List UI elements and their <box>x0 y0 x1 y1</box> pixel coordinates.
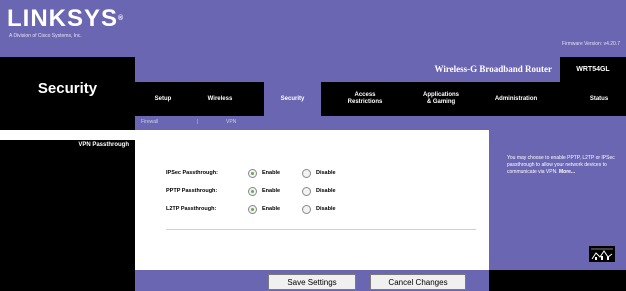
section-header: VPN Passthrough <box>0 140 135 154</box>
subtab-separator: | <box>197 119 199 125</box>
pptp-enable-label: Enable <box>262 188 281 194</box>
tab-access-restrictions[interactable]: Access Restrictions <box>333 82 397 116</box>
pptp-label: PPTP Passthrough: <box>166 188 218 194</box>
help-text: You may choose to enable PPTP, L2TP or I… <box>507 155 619 176</box>
subtab-firewall[interactable]: Firewall <box>141 119 158 125</box>
page-title: Security <box>37 80 98 97</box>
l2tp-enable-radio[interactable] <box>248 204 257 214</box>
cancel-changes-button[interactable]: Cancel Changes <box>370 274 466 290</box>
pptp-disable-radio[interactable] <box>302 186 311 196</box>
pptp-disable-label: Disable <box>316 188 336 194</box>
cisco-systems-logo-icon <box>589 246 615 262</box>
l2tp-label: L2TP Passthrough: <box>166 206 217 212</box>
help-more-link[interactable]: More... <box>559 169 575 175</box>
tab-wireless[interactable]: Wireless <box>195 82 245 116</box>
product-bar: Wireless-G Broadband Router WRT54GL <box>135 57 626 82</box>
l2tp-disable-radio[interactable] <box>302 204 311 214</box>
form-divider <box>166 229 476 230</box>
model-number: WRT54GL <box>560 57 626 82</box>
tab-status[interactable]: Status <box>581 82 617 116</box>
ipsec-passthrough-row: IPSec Passthrough: Enable Disable <box>166 168 356 178</box>
sub-tabs: Firewall | VPN <box>135 116 626 130</box>
tab-security[interactable]: Security <box>264 82 321 116</box>
help-footer <box>489 270 626 291</box>
tagline: A Division of Cisco Systems, Inc. <box>9 33 82 39</box>
product-name: Wireless-G Broadband Router <box>434 64 552 74</box>
l2tp-enable-label: Enable <box>262 206 281 212</box>
ipsec-disable-label: Disable <box>316 170 336 176</box>
linksys-logo: LINKSYS® <box>7 5 125 32</box>
subtab-vpn[interactable]: VPN <box>226 119 236 125</box>
ipsec-disable-radio[interactable] <box>302 168 311 178</box>
pptp-enable-radio[interactable] <box>248 186 257 196</box>
save-settings-button[interactable]: Save Settings <box>268 274 356 290</box>
ipsec-enable-radio[interactable] <box>248 168 257 178</box>
tab-administration[interactable]: Administration <box>481 82 551 116</box>
tab-setup[interactable]: Setup <box>143 82 183 116</box>
l2tp-disable-label: Disable <box>316 206 336 212</box>
l2tp-passthrough-row: L2TP Passthrough: Enable Disable <box>166 204 356 214</box>
main-tabs: Setup Wireless Security Access Restricti… <box>135 82 626 116</box>
section-label: VPN Passthrough <box>78 142 129 148</box>
left-gap <box>0 130 135 140</box>
router-admin-page: LINKSYS® A Division of Cisco Systems, In… <box>0 0 626 291</box>
header: LINKSYS® A Division of Cisco Systems, In… <box>0 0 626 57</box>
tab-applications-gaming[interactable]: Applications & Gaming <box>410 82 472 116</box>
vpn-passthrough-form: IPSec Passthrough: Enable Disable PPTP P… <box>135 130 489 270</box>
pptp-passthrough-row: PPTP Passthrough: Enable Disable <box>166 186 356 196</box>
ipsec-label: IPSec Passthrough: <box>166 170 218 176</box>
ipsec-enable-label: Enable <box>262 170 281 176</box>
firmware-version: Firmware Version: v4.20.7 <box>561 41 620 47</box>
